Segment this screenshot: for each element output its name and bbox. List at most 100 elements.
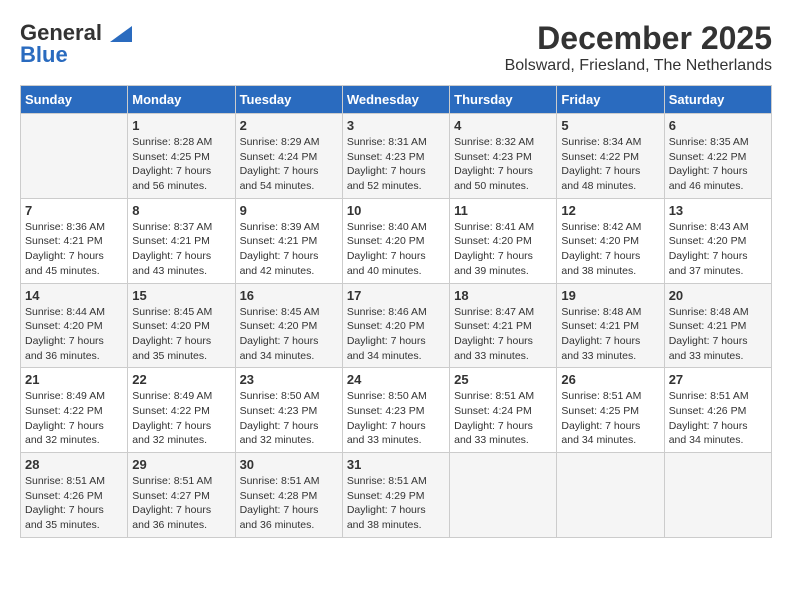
calendar-cell: 16 Sunrise: 8:45 AM Sunset: 4:20 PM Dayli… [235,283,342,368]
calendar-week-2: 7 Sunrise: 8:36 AM Sunset: 4:21 PM Daylig… [21,198,772,283]
day-detail: Sunrise: 8:48 AM Sunset: 4:21 PM Dayligh… [669,305,767,364]
day-detail: Sunrise: 8:40 AM Sunset: 4:20 PM Dayligh… [347,220,445,279]
day-detail: Sunrise: 8:50 AM Sunset: 4:23 PM Dayligh… [347,389,445,448]
calendar-week-1: 1 Sunrise: 8:28 AM Sunset: 4:25 PM Daylig… [21,114,772,199]
day-number: 29 [132,457,230,472]
header-tuesday: Tuesday [235,86,342,114]
day-number: 27 [669,372,767,387]
day-number: 23 [240,372,338,387]
day-number: 9 [240,203,338,218]
day-detail: Sunrise: 8:51 AM Sunset: 4:24 PM Dayligh… [454,389,552,448]
calendar-cell: 13Sunrise: 8:43 AM Sunset: 4:20 PM Dayli… [664,198,771,283]
page-subtitle: Bolsward, Friesland, The Netherlands [505,57,772,75]
header-saturday: Saturday [664,86,771,114]
logo-blue: Blue [20,42,68,68]
calendar-cell [450,453,557,538]
day-detail: Sunrise: 8:48 AM Sunset: 4:21 PM Dayligh… [561,305,659,364]
calendar-cell: 29 Sunrise: 8:51 AM Sunset: 4:27 PM Dayli… [128,453,235,538]
calendar-cell: 30Sunrise: 8:51 AM Sunset: 4:28 PM Dayli… [235,453,342,538]
calendar-header-row: SundayMondayTuesdayWednesdayThursdayFrid… [21,86,772,114]
day-number: 10 [347,203,445,218]
calendar-cell: 4 Sunrise: 8:32 AM Sunset: 4:23 PM Daylig… [450,114,557,199]
calendar-cell: 27 Sunrise: 8:51 AM Sunset: 4:26 PM Dayli… [664,368,771,453]
calendar-cell: 20 Sunrise: 8:48 AM Sunset: 4:21 PM Dayli… [664,283,771,368]
day-detail: Sunrise: 8:49 AM Sunset: 4:22 PM Dayligh… [132,389,230,448]
calendar-cell: 14 Sunrise: 8:44 AM Sunset: 4:20 PM Dayli… [21,283,128,368]
calendar-week-3: 14 Sunrise: 8:44 AM Sunset: 4:20 PM Dayli… [21,283,772,368]
calendar-week-4: 21 Sunrise: 8:49 AM Sunset: 4:22 PM Dayli… [21,368,772,453]
day-detail: Sunrise: 8:51 AM Sunset: 4:26 PM Dayligh… [669,389,767,448]
day-detail: Sunrise: 8:31 AM Sunset: 4:23 PM Dayligh… [347,135,445,194]
calendar-cell: 24Sunrise: 8:50 AM Sunset: 4:23 PM Dayli… [342,368,449,453]
calendar-cell: 25 Sunrise: 8:51 AM Sunset: 4:24 PM Dayli… [450,368,557,453]
calendar-cell: 3 Sunrise: 8:31 AM Sunset: 4:23 PM Daylig… [342,114,449,199]
day-number: 21 [25,372,123,387]
day-detail: Sunrise: 8:51 AM Sunset: 4:25 PM Dayligh… [561,389,659,448]
day-number: 26 [561,372,659,387]
title-block: December 2025 Bolsward, Friesland, The N… [505,20,772,75]
day-detail: Sunrise: 8:46 AM Sunset: 4:20 PM Dayligh… [347,305,445,364]
calendar-cell: 9 Sunrise: 8:39 AM Sunset: 4:21 PM Daylig… [235,198,342,283]
day-number: 12 [561,203,659,218]
day-number: 6 [669,118,767,133]
calendar-cell: 1 Sunrise: 8:28 AM Sunset: 4:25 PM Daylig… [128,114,235,199]
calendar-cell: 28 Sunrise: 8:51 AM Sunset: 4:26 PM Dayli… [21,453,128,538]
day-number: 16 [240,288,338,303]
calendar-cell: 23 Sunrise: 8:50 AM Sunset: 4:23 PM Dayli… [235,368,342,453]
calendar-cell [664,453,771,538]
page-header: General Blue December 2025 Bolsward, Fri… [20,20,772,75]
calendar-cell [21,114,128,199]
day-detail: Sunrise: 8:37 AM Sunset: 4:21 PM Dayligh… [132,220,230,279]
day-detail: Sunrise: 8:51 AM Sunset: 4:29 PM Dayligh… [347,474,445,533]
calendar-cell: 26 Sunrise: 8:51 AM Sunset: 4:25 PM Dayli… [557,368,664,453]
day-number: 28 [25,457,123,472]
calendar-cell: 7 Sunrise: 8:36 AM Sunset: 4:21 PM Daylig… [21,198,128,283]
calendar-cell: 21 Sunrise: 8:49 AM Sunset: 4:22 PM Dayli… [21,368,128,453]
header-monday: Monday [128,86,235,114]
day-detail: Sunrise: 8:51 AM Sunset: 4:26 PM Dayligh… [25,474,123,533]
calendar-cell: 5Sunrise: 8:34 AM Sunset: 4:22 PM Daylig… [557,114,664,199]
day-detail: Sunrise: 8:50 AM Sunset: 4:23 PM Dayligh… [240,389,338,448]
day-number: 22 [132,372,230,387]
day-detail: Sunrise: 8:39 AM Sunset: 4:21 PM Dayligh… [240,220,338,279]
page-title: December 2025 [505,20,772,57]
calendar-cell: 10 Sunrise: 8:40 AM Sunset: 4:20 PM Dayli… [342,198,449,283]
day-number: 4 [454,118,552,133]
day-number: 18 [454,288,552,303]
day-number: 11 [454,203,552,218]
calendar-cell: 12Sunrise: 8:42 AM Sunset: 4:20 PM Dayli… [557,198,664,283]
calendar-cell: 11 Sunrise: 8:41 AM Sunset: 4:20 PM Dayli… [450,198,557,283]
calendar-cell: 8Sunrise: 8:37 AM Sunset: 4:21 PM Daylig… [128,198,235,283]
day-detail: Sunrise: 8:35 AM Sunset: 4:22 PM Dayligh… [669,135,767,194]
header-friday: Friday [557,86,664,114]
day-number: 17 [347,288,445,303]
day-number: 20 [669,288,767,303]
day-detail: Sunrise: 8:51 AM Sunset: 4:28 PM Dayligh… [240,474,338,533]
day-number: 25 [454,372,552,387]
day-detail: Sunrise: 8:29 AM Sunset: 4:24 PM Dayligh… [240,135,338,194]
day-detail: Sunrise: 8:32 AM Sunset: 4:23 PM Dayligh… [454,135,552,194]
day-detail: Sunrise: 8:43 AM Sunset: 4:20 PM Dayligh… [669,220,767,279]
calendar-table: SundayMondayTuesdayWednesdayThursdayFrid… [20,85,772,538]
day-number: 2 [240,118,338,133]
day-detail: Sunrise: 8:51 AM Sunset: 4:27 PM Dayligh… [132,474,230,533]
header-wednesday: Wednesday [342,86,449,114]
calendar-cell: 19Sunrise: 8:48 AM Sunset: 4:21 PM Dayli… [557,283,664,368]
day-detail: Sunrise: 8:34 AM Sunset: 4:22 PM Dayligh… [561,135,659,194]
calendar-cell: 22 Sunrise: 8:49 AM Sunset: 4:22 PM Dayli… [128,368,235,453]
day-number: 15 [132,288,230,303]
day-detail: Sunrise: 8:36 AM Sunset: 4:21 PM Dayligh… [25,220,123,279]
day-detail: Sunrise: 8:41 AM Sunset: 4:20 PM Dayligh… [454,220,552,279]
day-detail: Sunrise: 8:28 AM Sunset: 4:25 PM Dayligh… [132,135,230,194]
logo-icon [110,26,132,42]
day-number: 14 [25,288,123,303]
day-detail: Sunrise: 8:44 AM Sunset: 4:20 PM Dayligh… [25,305,123,364]
day-detail: Sunrise: 8:49 AM Sunset: 4:22 PM Dayligh… [25,389,123,448]
day-number: 3 [347,118,445,133]
day-number: 1 [132,118,230,133]
header-sunday: Sunday [21,86,128,114]
calendar-cell: 17 Sunrise: 8:46 AM Sunset: 4:20 PM Dayli… [342,283,449,368]
calendar-cell: 2 Sunrise: 8:29 AM Sunset: 4:24 PM Daylig… [235,114,342,199]
day-number: 7 [25,203,123,218]
day-detail: Sunrise: 8:45 AM Sunset: 4:20 PM Dayligh… [240,305,338,364]
